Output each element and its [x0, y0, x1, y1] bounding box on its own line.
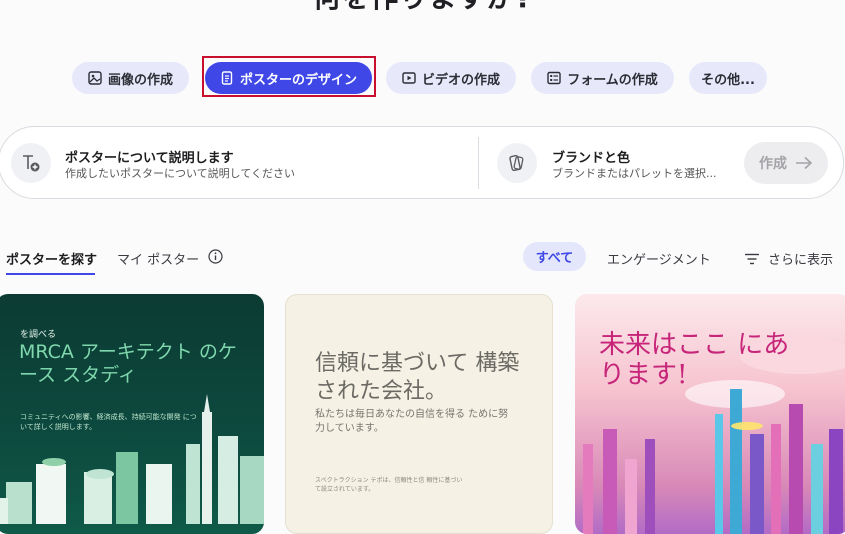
brand-color-select[interactable]: ブランドまたはパレットを選択... — [552, 165, 732, 181]
card-footer: スペクトラクション テポは、信頼性と信 頼性に基づいて設立されています。 — [315, 477, 463, 493]
create-image-chip[interactable]: 画像の作成 — [72, 62, 189, 94]
video-play-icon — [402, 71, 416, 85]
text-add-icon — [11, 143, 51, 183]
filter-engagement-button[interactable]: エンゲージメント — [607, 249, 711, 268]
poster-template-card[interactable]: 信頼に基づいて 構築された会社。 私たちは毎日あなたの自信を得る ために努力して… — [285, 294, 553, 534]
active-tab-indicator — [6, 273, 95, 275]
card-title: 未来はここ にあります! — [599, 330, 790, 390]
sort-label: さらに表示 — [768, 253, 834, 268]
info-icon[interactable] — [208, 249, 223, 264]
create-video-label: ビデオの作成 — [421, 72, 500, 88]
brand-color-title: ブランドと色 — [552, 151, 631, 166]
poster-template-card[interactable]: を調べる MRCA アーキテクト のケース スタディ コミュニティへの影響、経済… — [0, 294, 264, 534]
create-image-label: 画像の作成 — [107, 72, 173, 88]
sort-icon — [744, 253, 760, 265]
tab-explore-posters[interactable]: ポスターを探す — [6, 249, 97, 268]
prompt-bar: ポスターについて説明します 作成したいポスターについて説明してください ブランド… — [0, 126, 844, 199]
tab-my-posters[interactable]: マイ ポスター — [117, 249, 199, 268]
arrow-right-icon — [795, 156, 813, 170]
create-button[interactable]: 作成 — [744, 142, 828, 184]
create-form-label: フォームの作成 — [567, 72, 658, 88]
card-eyebrow: を調べる — [20, 330, 57, 340]
brand-palette-icon[interactable] — [497, 143, 537, 183]
describe-poster-title: ポスターについて説明します — [65, 151, 234, 166]
card-title: 信頼に基づいて 構築された会社。 — [315, 351, 520, 404]
card-title: MRCA アーキテクト のケース スタディ — [19, 341, 237, 386]
city-illustration — [0, 394, 264, 524]
gallery-tabs: ポスターを探す マイ ポスター すべて エンゲージメント さらに表示 — [0, 240, 845, 276]
describe-poster-input[interactable]: 作成したいポスターについて説明してください — [65, 165, 465, 181]
more-options-label: その他... — [701, 72, 755, 88]
create-video-chip[interactable]: ビデオの作成 — [386, 62, 516, 94]
poster-template-card[interactable]: 未来はここ にあります! — [575, 294, 845, 534]
prompt-divider — [478, 137, 479, 189]
more-options-chip[interactable]: その他... — [689, 62, 767, 94]
create-form-chip[interactable]: フォームの作成 — [531, 62, 674, 94]
form-icon — [547, 71, 561, 85]
create-type-chips: 画像の作成 ポスターのデザイン ビデオの作成 フォームの作成 その他... — [0, 60, 845, 96]
selection-highlight — [202, 56, 376, 97]
page-heading: 何を作りますか? — [0, 0, 845, 16]
filter-all-button[interactable]: すべて — [523, 242, 586, 271]
create-button-label: 作成 — [759, 156, 787, 172]
image-icon — [88, 71, 102, 85]
sort-menu-button[interactable]: さらに表示 — [744, 249, 833, 268]
card-body: 私たちは毎日あなたの自信を得る ために努力しています。 — [315, 409, 509, 434]
